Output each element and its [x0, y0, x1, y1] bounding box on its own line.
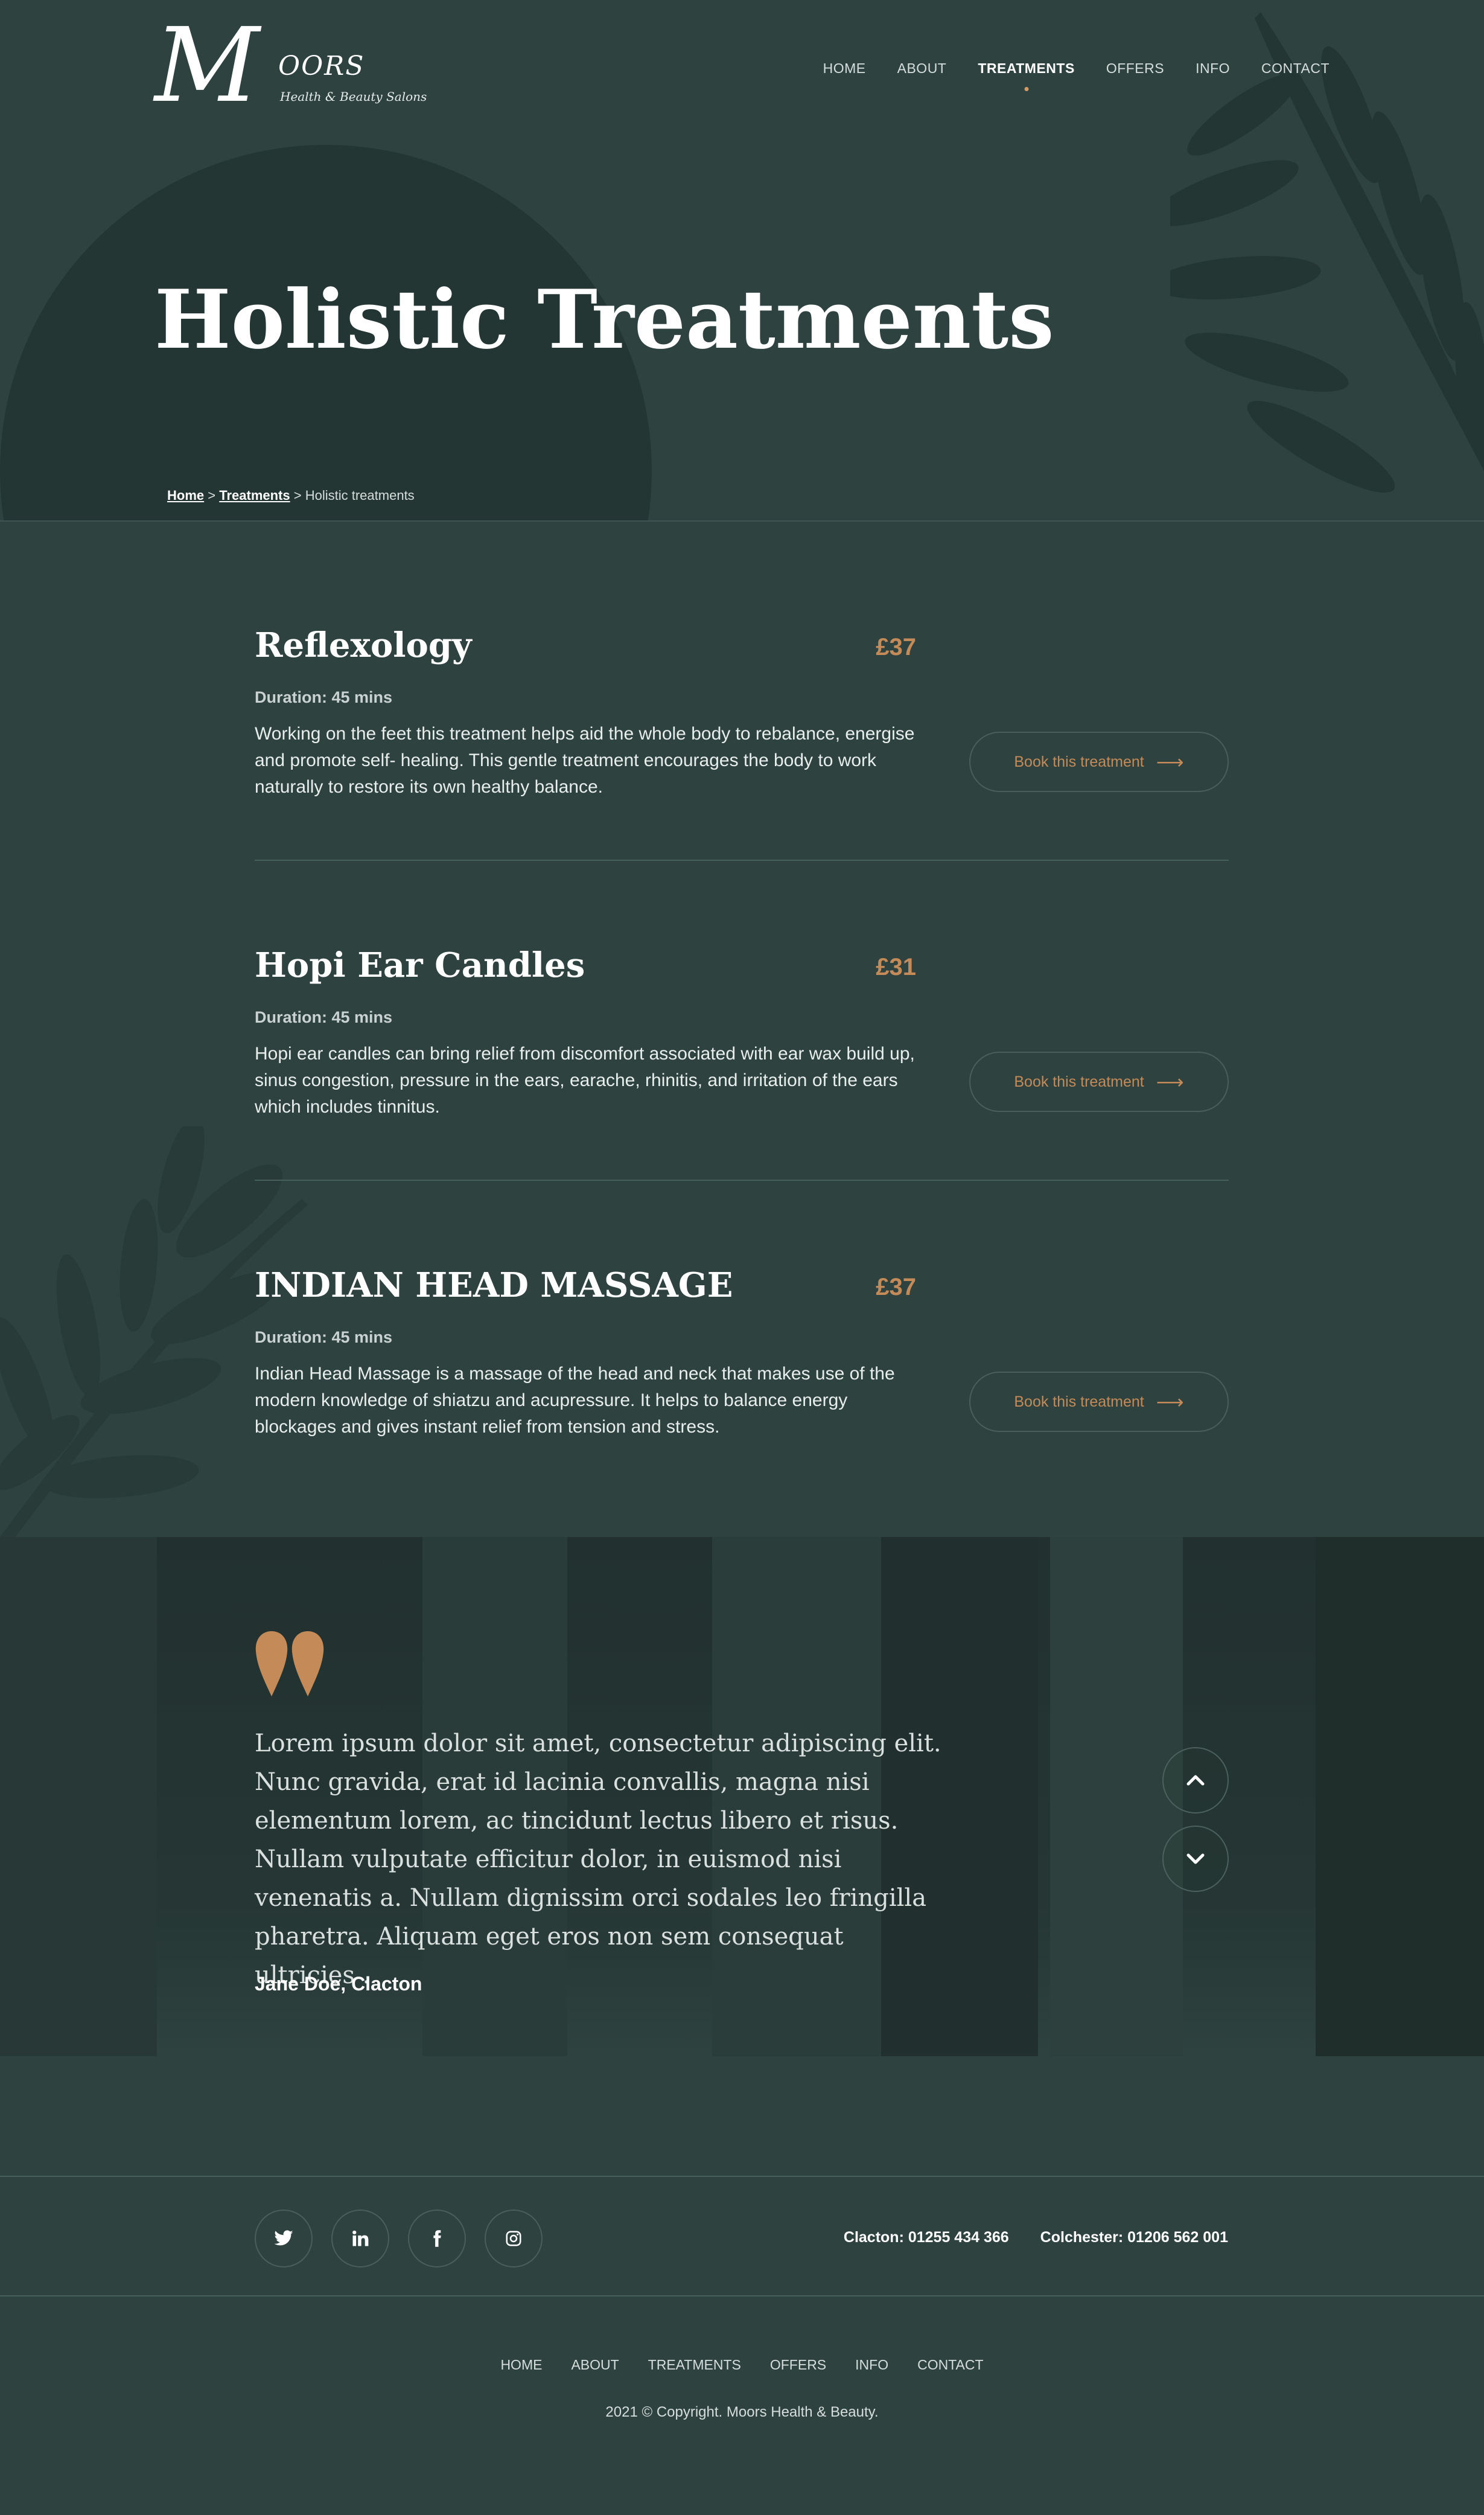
chevron-down-icon: [1186, 1853, 1205, 1864]
moors-logo[interactable]: M OORS Health & Beauty Salons: [154, 14, 432, 117]
treatment-title: Hopi Ear Candles: [255, 945, 585, 985]
main-nav: HOME ABOUT TREATMENTS OFFERS INFO CONTAC…: [823, 60, 1330, 77]
twitter-icon: [274, 2230, 293, 2246]
book-button-label: Book this treatment: [1014, 1073, 1144, 1090]
linkedin-link[interactable]: [331, 2210, 389, 2267]
footer-nav-about[interactable]: ABOUT: [571, 2357, 619, 2373]
nav-item-info[interactable]: INFO: [1196, 60, 1230, 77]
testimonial-quote: Lorem ipsum dolor sit amet, consectetur …: [255, 1730, 941, 1989]
logo-tagline: Health & Beauty Salons: [280, 89, 427, 104]
treatment-duration: Duration: 45 mins: [255, 1008, 393, 1026]
footer-nav-info[interactable]: INFO: [855, 2357, 888, 2373]
treatment-card: Hopi Ear Candles £31 Duration: 45 mins H…: [255, 837, 1229, 1181]
linkedin-icon: [352, 2230, 369, 2246]
treatment-price: £37: [876, 1274, 916, 1300]
previous-testimonial-button[interactable]: [1162, 1747, 1229, 1814]
facebook-link[interactable]: [408, 2210, 466, 2267]
arrow-right-icon: ⟶: [1156, 751, 1184, 773]
hero-section: M OORS Health & Beauty Salons HOME ABOUT…: [0, 0, 1484, 522]
chevron-up-icon: [1186, 1775, 1205, 1786]
breadcrumb-separator: >: [208, 488, 216, 503]
footer-nav-treatments[interactable]: TREATMENTS: [648, 2357, 741, 2373]
phone-clacton[interactable]: Clacton: 01255 434 366: [844, 2229, 1009, 2246]
treatment-description: Hopi ear candles can bring relief from d…: [255, 1044, 915, 1117]
footer-contact-bar: Clacton: 01255 434 366 Colchester: 01206…: [0, 2176, 1484, 2296]
breadcrumb-separator: >: [293, 488, 302, 503]
breadcrumb-current: Holistic treatments: [305, 488, 415, 503]
facebook-icon: [433, 2230, 441, 2247]
page-title: Holistic Treatments: [154, 272, 1054, 367]
treatment-duration: Duration: 45 mins: [255, 688, 393, 706]
instagram-icon: [506, 2231, 521, 2246]
nav-item-treatments[interactable]: TREATMENTS: [978, 60, 1074, 77]
treatment-card: INDIAN HEAD MASSAGE £37 Duration: 45 min…: [255, 1157, 1229, 1437]
instagram-link[interactable]: [485, 2210, 543, 2267]
nav-item-home[interactable]: HOME: [823, 60, 866, 77]
treatments-list: Reflexology £37 Duration: 45 mins Workin…: [0, 523, 1484, 1537]
phone-numbers: Clacton: 01255 434 366 Colchester: 01206…: [844, 2229, 1228, 2246]
background-photo-blur: [0, 1537, 157, 2056]
book-treatment-button[interactable]: Book this treatment ⟶: [969, 732, 1229, 792]
testimonial-section: Lorem ipsum dolor sit amet, consectetur …: [0, 1537, 1484, 2056]
book-button-label: Book this treatment: [1014, 753, 1144, 770]
nav-item-about[interactable]: ABOUT: [897, 60, 947, 77]
footer-nav: HOME ABOUT TREATMENTS OFFERS INFO CONTAC…: [0, 2357, 1484, 2373]
book-treatment-button[interactable]: Book this treatment ⟶: [969, 1372, 1229, 1432]
twitter-link[interactable]: [255, 2210, 313, 2267]
treatment-price: £31: [876, 954, 916, 980]
treatment-duration: Duration: 45 mins: [255, 1328, 393, 1346]
treatment-price: £37: [876, 634, 916, 660]
next-testimonial-button[interactable]: [1162, 1826, 1229, 1892]
treatment-title: INDIAN HEAD MASSAGE: [255, 1265, 733, 1305]
arrow-right-icon: ⟶: [1156, 1071, 1184, 1093]
treatment-description: Indian Head Massage is a massage of the …: [255, 1364, 895, 1437]
nav-item-offers[interactable]: OFFERS: [1106, 60, 1164, 77]
book-button-label: Book this treatment: [1014, 1393, 1144, 1410]
treatment-title: Reflexology: [255, 625, 472, 665]
breadcrumb-home-link[interactable]: Home: [167, 488, 204, 503]
background-photo-blur: [1050, 1537, 1183, 2056]
arrow-right-icon: ⟶: [1156, 1391, 1184, 1413]
background-photo-blur: [1316, 1537, 1484, 2056]
phone-colchester[interactable]: Colchester: 01206 562 001: [1040, 2229, 1228, 2246]
footer-nav-home[interactable]: HOME: [500, 2357, 542, 2373]
logo-letter: M: [154, 6, 260, 126]
footer-nav-offers[interactable]: OFFERS: [770, 2357, 826, 2373]
nav-item-contact[interactable]: CONTACT: [1261, 60, 1330, 77]
breadcrumb: Home > Treatments > Holistic treatments: [167, 488, 415, 503]
quote-mark-icon: [255, 1631, 324, 1696]
treatment-description: Working on the feet this treatment helps…: [255, 724, 915, 797]
testimonial-author: Jane Doe, Clacton: [255, 1973, 422, 1995]
palm-leaf-decoration-icon: [1170, 12, 1484, 493]
breadcrumb-treatments-link[interactable]: Treatments: [219, 488, 290, 503]
treatment-card: Reflexology £37 Duration: 45 mins Workin…: [255, 523, 1229, 861]
book-treatment-button[interactable]: Book this treatment ⟶: [969, 1052, 1229, 1112]
copyright-text: 2021 © Copyright. Moors Health & Beauty.: [605, 2404, 879, 2420]
footer-nav-contact[interactable]: CONTACT: [917, 2357, 983, 2373]
logo-name: OORS: [278, 51, 365, 81]
